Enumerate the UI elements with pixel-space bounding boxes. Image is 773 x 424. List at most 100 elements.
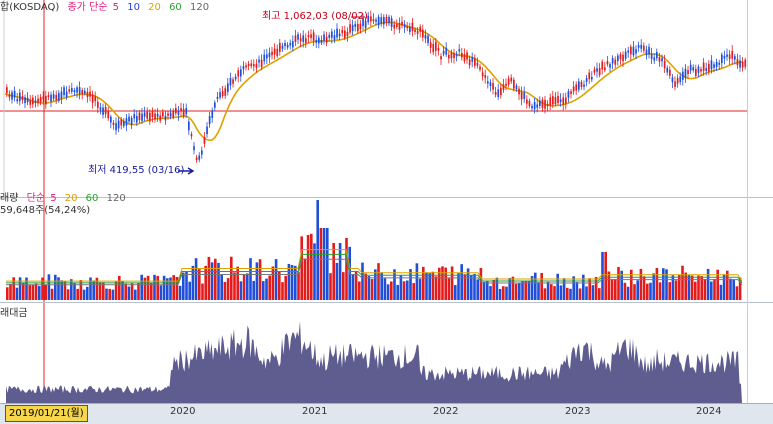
volume-bar bbox=[543, 288, 547, 300]
candle-body bbox=[549, 97, 552, 106]
volume-bar bbox=[617, 267, 620, 300]
candle-body bbox=[682, 71, 684, 80]
volume-bar bbox=[598, 288, 601, 300]
volume-bar bbox=[569, 288, 572, 300]
amount-legend: 래대금 bbox=[0, 308, 33, 320]
volume-bar bbox=[582, 274, 585, 300]
ma-period-10: 10 bbox=[127, 2, 140, 13]
candle-body bbox=[494, 92, 497, 95]
candle-body bbox=[73, 90, 76, 93]
candle-body bbox=[388, 16, 390, 24]
candle-body bbox=[156, 113, 159, 117]
volume-bar bbox=[156, 276, 159, 300]
candle-body bbox=[175, 108, 177, 114]
volume-bar bbox=[188, 281, 191, 300]
volume-bar bbox=[239, 281, 243, 300]
candle-body bbox=[432, 43, 435, 53]
candle-body bbox=[684, 68, 687, 78]
candle-body bbox=[466, 52, 468, 60]
volume-ma-120: 120 bbox=[106, 193, 126, 204]
ma-period-120: 120 bbox=[189, 2, 210, 13]
volume-bar bbox=[374, 269, 377, 300]
candle-body bbox=[318, 37, 320, 44]
candle-body bbox=[102, 107, 104, 115]
volume-bar bbox=[86, 286, 89, 300]
volume-bar bbox=[498, 288, 502, 300]
candle-body bbox=[414, 29, 416, 32]
candle-body bbox=[237, 70, 240, 77]
candle-body bbox=[510, 77, 513, 82]
volume-bar bbox=[537, 282, 540, 300]
volume-bar bbox=[687, 275, 691, 300]
volume-bar bbox=[524, 281, 527, 300]
volume-bar bbox=[521, 281, 524, 300]
candle-body bbox=[169, 112, 172, 117]
trading-amount-chart[interactable] bbox=[0, 303, 773, 403]
cursor-date-box: 2019/01/21(월) bbox=[5, 405, 88, 422]
volume-bar bbox=[399, 275, 403, 300]
candle-body bbox=[312, 32, 315, 41]
candle-body bbox=[419, 26, 422, 32]
candle-body bbox=[679, 76, 682, 83]
candle-body bbox=[502, 84, 505, 90]
volume-bar bbox=[380, 272, 383, 300]
volume-bar bbox=[66, 289, 70, 300]
volume-bar bbox=[489, 286, 492, 300]
volume-bar bbox=[729, 278, 732, 300]
volume-bar bbox=[623, 282, 627, 300]
candle-body bbox=[182, 109, 185, 117]
candle-body bbox=[341, 29, 344, 34]
trading-amount-pane[interactable]: 래대금 bbox=[0, 303, 773, 403]
candle-body bbox=[705, 68, 708, 72]
candle-body bbox=[492, 83, 494, 90]
candle-body bbox=[60, 91, 63, 99]
candle-body bbox=[609, 64, 611, 68]
volume-bar bbox=[300, 236, 303, 300]
volume-bar bbox=[322, 228, 326, 300]
volume-bar bbox=[230, 256, 233, 300]
candle-body bbox=[666, 67, 669, 73]
time-axis[interactable]: 2019/01/21(월) 2020 2021 2022 2023 2024 bbox=[0, 403, 773, 424]
price-chart-pane[interactable]: 합(KOSDAQ) 종가 단순 5 10 20 60 120 최고 1,062,… bbox=[0, 0, 773, 197]
volume-chart[interactable] bbox=[0, 198, 773, 302]
candle-body bbox=[65, 91, 68, 98]
volume-bar bbox=[9, 284, 12, 300]
candle-body bbox=[526, 99, 528, 104]
candle-body bbox=[206, 126, 208, 135]
volume-bar bbox=[396, 284, 399, 300]
candle-body bbox=[13, 90, 16, 98]
candle-body bbox=[188, 121, 190, 131]
candle-body bbox=[58, 93, 60, 101]
candle-body bbox=[299, 38, 302, 42]
candle-body bbox=[333, 35, 336, 40]
candle-body bbox=[697, 66, 700, 73]
volume-bar bbox=[566, 287, 569, 300]
volume-bar bbox=[502, 286, 505, 300]
candle-body bbox=[266, 54, 268, 59]
candle-body bbox=[39, 97, 42, 103]
volume-chart-pane[interactable]: 래량 단순 5 20 60 120 59,648주(54,24%) bbox=[0, 193, 773, 302]
candle-body bbox=[409, 26, 411, 33]
candle-body bbox=[598, 67, 601, 76]
volume-bar bbox=[194, 258, 198, 300]
candle-body bbox=[630, 46, 632, 55]
candle-body bbox=[372, 19, 375, 22]
candle-body bbox=[338, 33, 341, 37]
volume-legend: 래량 단순 5 20 60 120 bbox=[0, 193, 131, 205]
candle-body bbox=[687, 70, 689, 75]
year-label: 2024 bbox=[696, 406, 722, 417]
candle-body bbox=[728, 54, 731, 59]
volume-bar bbox=[575, 282, 579, 300]
candle-body bbox=[744, 59, 747, 67]
candle-body bbox=[29, 99, 32, 105]
candle-body bbox=[596, 68, 598, 72]
candle-body bbox=[531, 105, 533, 109]
candle-body bbox=[606, 61, 609, 65]
candle-body bbox=[411, 22, 414, 32]
candle-body bbox=[429, 42, 432, 48]
volume-bar bbox=[274, 259, 278, 300]
candle-body bbox=[198, 155, 201, 160]
price-legend: 합(KOSDAQ) 종가 단순 5 10 20 60 120 bbox=[0, 2, 214, 14]
volume-bar bbox=[514, 283, 518, 300]
candle-body bbox=[559, 99, 562, 103]
